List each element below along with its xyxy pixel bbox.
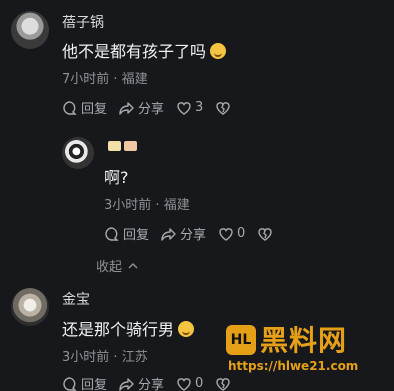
meta-separator: ·: [155, 198, 160, 213]
comment-text: 还是那个骑行男: [62, 320, 175, 339]
reply-label: 回复: [81, 378, 108, 391]
comment-content: 还是那个骑行男: [62, 316, 195, 340]
comment-author[interactable]: 金宝: [62, 289, 90, 309]
broken-heart-icon: [257, 226, 273, 242]
badge-icon: [124, 141, 137, 151]
comment-text: 啊?: [104, 168, 129, 187]
comment-actions: 回复 分享 0: [62, 374, 243, 391]
share-icon: [161, 226, 177, 242]
reply-button[interactable]: 回复: [62, 374, 107, 391]
reply-icon: [62, 100, 78, 116]
chevron-up-icon: [125, 258, 141, 274]
reply-button[interactable]: 回复: [104, 224, 149, 243]
reply-icon: [104, 226, 120, 242]
meta-separator: ·: [113, 350, 118, 365]
like-count: 3: [195, 100, 204, 115]
reply-button[interactable]: 回复: [62, 98, 107, 117]
comment-time: 3小时前: [62, 350, 110, 365]
comment-meta: 3小时前 · 福建: [104, 194, 190, 213]
comment-location: 福建: [163, 198, 190, 213]
watermark-text: 黑料网: [260, 324, 348, 357]
share-button[interactable]: 分享: [119, 374, 164, 391]
like-count: 0: [195, 376, 204, 391]
share-button[interactable]: 分享: [119, 98, 164, 117]
heart-icon: [176, 376, 192, 391]
share-label: 分享: [180, 228, 207, 243]
like-button[interactable]: 0: [218, 226, 245, 242]
reply-icon: [62, 376, 78, 391]
comment-text: 他不是都有孩子了吗: [62, 42, 207, 61]
like-button[interactable]: 3: [176, 100, 203, 116]
reply-label: 回复: [81, 102, 108, 117]
avatar[interactable]: [11, 288, 49, 326]
meta-separator: ·: [113, 72, 118, 87]
dislike-button[interactable]: [215, 100, 231, 116]
share-icon: [119, 100, 135, 116]
watermark-logo: HL: [226, 325, 256, 355]
reply-label: 回复: [123, 228, 150, 243]
heart-icon: [176, 100, 192, 116]
watermark: HL 黑料网 https://hlwe21.com: [226, 319, 386, 379]
share-label: 分享: [138, 378, 165, 391]
share-button[interactable]: 分享: [161, 224, 206, 243]
comment-time: 7小时前: [62, 72, 110, 87]
smile-emoji-icon: [210, 43, 227, 59]
grimace-emoji-icon: [178, 321, 195, 337]
share-label: 分享: [138, 102, 165, 117]
heart-icon: [218, 226, 234, 242]
avatar[interactable]: [11, 11, 49, 49]
comment-meta: 3小时前 · 江苏: [62, 346, 148, 365]
badge-icon: [108, 141, 121, 151]
comment-location: 福建: [121, 72, 148, 87]
like-button[interactable]: 0: [176, 376, 203, 391]
user-badges: [108, 141, 137, 151]
comment-content: 他不是都有孩子了吗: [62, 38, 227, 62]
watermark-url: https://hlwe21.com: [228, 359, 359, 373]
dislike-button[interactable]: [257, 226, 273, 242]
avatar[interactable]: [62, 137, 94, 169]
collapse-replies-button[interactable]: 收起: [96, 256, 141, 275]
broken-heart-icon: [215, 100, 231, 116]
comment-time: 3小时前: [104, 198, 152, 213]
comment-location: 江苏: [121, 350, 148, 365]
comment-author[interactable]: 蓓子锅: [62, 12, 104, 32]
comment-content: 啊?: [104, 164, 129, 188]
comment-actions: 回复 分享 0: [104, 224, 285, 243]
comment-thread: 蓓子锅 他不是都有孩子了吗 7小时前 · 福建 回复 分享 3 啊? 3小时前: [0, 0, 394, 391]
like-count: 0: [237, 226, 246, 241]
comment-meta: 7小时前 · 福建: [62, 68, 148, 87]
collapse-label: 收起: [96, 260, 123, 275]
share-icon: [119, 376, 135, 391]
comment-actions: 回复 分享 3: [62, 98, 243, 117]
